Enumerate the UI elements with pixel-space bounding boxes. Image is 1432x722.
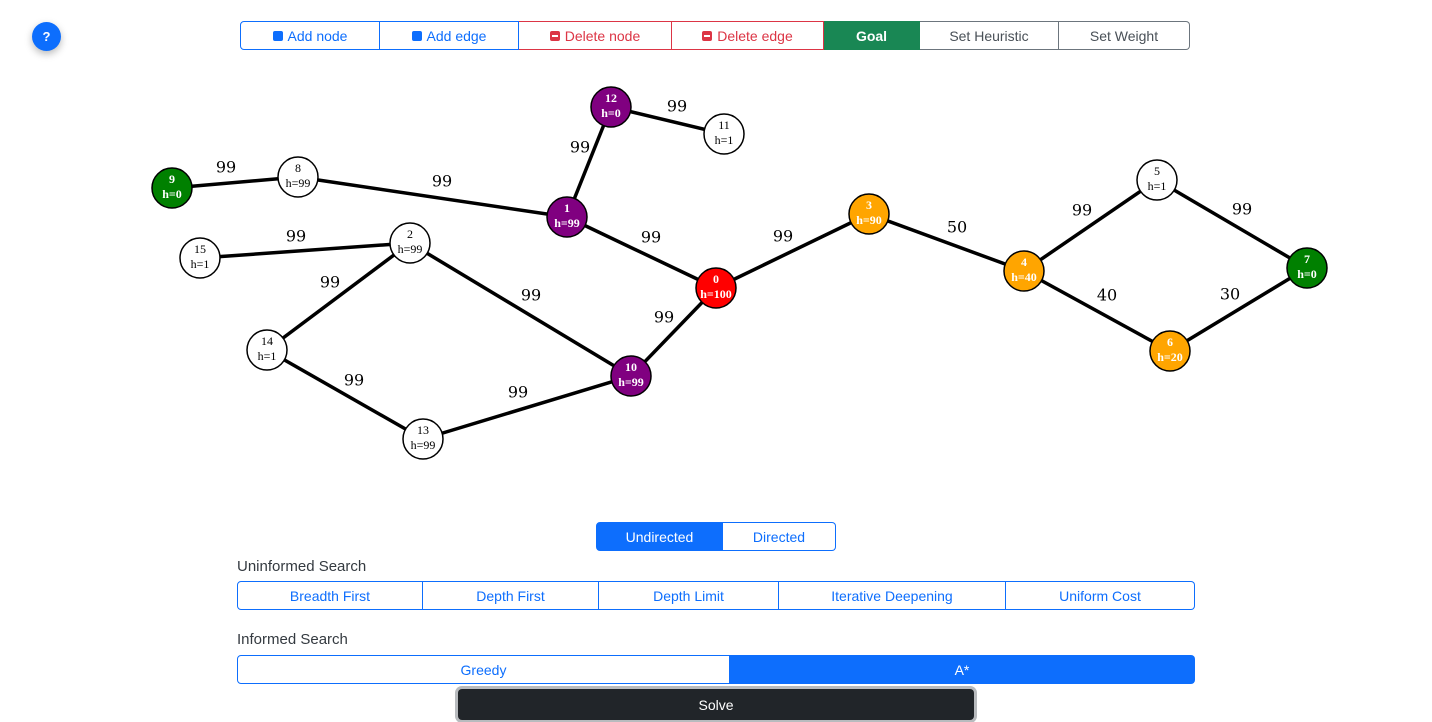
edge-weight-3-4: 50 xyxy=(947,218,967,237)
solve-label: Solve xyxy=(698,696,734,713)
node-15[interactable]: 15h=1 xyxy=(179,237,221,279)
edge-weight-14-13: 99 xyxy=(344,371,364,390)
a-star-button[interactable]: A* xyxy=(730,655,1195,684)
graph-canvas[interactable]: 999999999999999999999999 5099 9940 30 0h=10… xyxy=(0,0,1432,500)
node-12[interactable]: 12h=0 xyxy=(590,86,632,128)
node-heuristic-label: h=1 xyxy=(191,257,210,271)
node-heuristic-label: h=99 xyxy=(411,438,436,452)
node-heuristic-label: h=0 xyxy=(162,187,182,201)
node-0[interactable]: 0h=100 xyxy=(695,267,737,309)
node-heuristic-label: h=1 xyxy=(715,133,734,147)
edge-2-14[interactable] xyxy=(265,241,412,352)
directed-label: Directed xyxy=(752,528,806,545)
node-id-label: 9 xyxy=(169,172,175,186)
edge-weight-13-10: 99 xyxy=(508,383,528,402)
edge-weight-1-0: 99 xyxy=(641,228,661,247)
node-heuristic-label: h=99 xyxy=(554,216,580,230)
a-star-label: A* xyxy=(954,661,970,678)
edge-14-13[interactable] xyxy=(266,348,424,441)
directed-button[interactable]: Directed xyxy=(723,522,836,551)
depth-limit-label: Depth Limit xyxy=(653,587,724,604)
informed-search-heading: Informed Search xyxy=(237,631,348,648)
node-5[interactable]: 5h=1 xyxy=(1136,159,1178,201)
node-id-label: 12 xyxy=(605,91,617,105)
direction-toggle: Undirected Directed xyxy=(596,522,836,551)
node-13[interactable]: 13h=99 xyxy=(402,418,444,460)
edge-4-6[interactable] xyxy=(1023,269,1171,353)
node-heuristic-label: h=100 xyxy=(700,287,732,301)
informed-search-group: Greedy A* xyxy=(237,655,1195,684)
iterative-deepening-label: Iterative Deepening xyxy=(831,587,953,604)
edge-weight-4-5: 99 xyxy=(1072,201,1092,220)
node-id-label: 1 xyxy=(564,201,570,215)
uninformed-search-heading: Uninformed Search xyxy=(237,558,367,575)
breadth-first-button[interactable]: Breadth First xyxy=(237,581,423,610)
edge-weight-2-14: 99 xyxy=(320,273,340,292)
node-id-label: 8 xyxy=(295,161,301,175)
node-6[interactable]: 6h=20 xyxy=(1149,330,1191,372)
node-2[interactable]: 2h=99 xyxy=(389,222,431,264)
node-heuristic-label: h=0 xyxy=(1297,267,1317,281)
uniform-cost-button[interactable]: Uniform Cost xyxy=(1006,581,1195,610)
node-id-label: 7 xyxy=(1304,252,1310,266)
node-id-label: 0 xyxy=(713,272,719,286)
node-heuristic-label: h=1 xyxy=(1148,179,1167,193)
node-1[interactable]: 1h=99 xyxy=(546,196,588,238)
node-8[interactable]: 8h=99 xyxy=(277,156,319,198)
node-id-label: 2 xyxy=(407,227,413,241)
node-10[interactable]: 10h=99 xyxy=(610,355,652,397)
node-heuristic-label: h=40 xyxy=(1011,270,1037,284)
edge-0-3[interactable] xyxy=(715,212,870,290)
solve-button[interactable]: Solve xyxy=(458,689,974,720)
greedy-button[interactable]: Greedy xyxy=(237,655,730,684)
iterative-deepening-button[interactable]: Iterative Deepening xyxy=(779,581,1006,610)
node-id-label: 5 xyxy=(1154,164,1160,178)
greedy-label: Greedy xyxy=(460,661,507,678)
node-id-label: 15 xyxy=(194,242,206,256)
edge-weight-12-11: 99 xyxy=(667,97,687,116)
breadth-first-label: Breadth First xyxy=(289,587,371,604)
node-id-label: 14 xyxy=(261,334,273,348)
edge-2-10[interactable] xyxy=(409,241,632,378)
edge-weight-2-10: 99 xyxy=(521,286,541,305)
edge-weight-4-6: 40 xyxy=(1097,286,1117,305)
edge-6-7[interactable] xyxy=(1169,266,1308,353)
node-11[interactable]: 11h=1 xyxy=(703,113,745,155)
depth-limit-button[interactable]: Depth Limit xyxy=(599,581,779,610)
undirected-button[interactable]: Undirected xyxy=(596,522,723,551)
node-4[interactable]: 4h=40 xyxy=(1003,250,1045,292)
node-id-label: 11 xyxy=(718,118,730,132)
node-7[interactable]: 7h=0 xyxy=(1286,247,1328,289)
depth-first-label: Depth First xyxy=(476,587,545,604)
node-heuristic-label: h=99 xyxy=(286,176,311,190)
node-id-label: 10 xyxy=(625,360,637,374)
edge-4-5[interactable] xyxy=(1023,178,1158,273)
uniform-cost-label: Uniform Cost xyxy=(1059,587,1141,604)
edge-weight-5-7: 99 xyxy=(1232,200,1252,219)
edge-weight-0-3: 99 xyxy=(773,227,793,246)
node-heuristic-label: h=99 xyxy=(618,375,644,389)
depth-first-button[interactable]: Depth First xyxy=(423,581,599,610)
edge-weight-15-2: 99 xyxy=(286,227,306,246)
node-heuristic-label: h=99 xyxy=(398,242,423,256)
node-3[interactable]: 3h=90 xyxy=(848,193,890,235)
edge-weight-6-7: 30 xyxy=(1220,285,1240,304)
node-14[interactable]: 14h=1 xyxy=(246,329,288,371)
uninformed-search-group: Breadth First Depth First Depth Limit It… xyxy=(237,581,1195,610)
edge-weight-10-0: 99 xyxy=(654,308,674,327)
node-heuristic-label: h=90 xyxy=(856,213,882,227)
node-9[interactable]: 9h=0 xyxy=(151,167,193,209)
edge-5-7[interactable] xyxy=(1156,178,1308,270)
node-id-label: 3 xyxy=(866,198,872,212)
edge-weight-9-8: 99 xyxy=(216,158,236,177)
undirected-label: Undirected xyxy=(625,528,694,545)
node-heuristic-label: h=1 xyxy=(258,349,277,363)
edge-weight-8-1: 99 xyxy=(432,172,452,191)
node-heuristic-label: h=20 xyxy=(1157,350,1183,364)
node-id-label: 4 xyxy=(1021,255,1027,269)
node-id-label: 6 xyxy=(1167,335,1173,349)
node-heuristic-label: h=0 xyxy=(601,106,621,120)
edge-weight-12-1: 99 xyxy=(570,138,590,157)
node-id-label: 13 xyxy=(417,423,429,437)
